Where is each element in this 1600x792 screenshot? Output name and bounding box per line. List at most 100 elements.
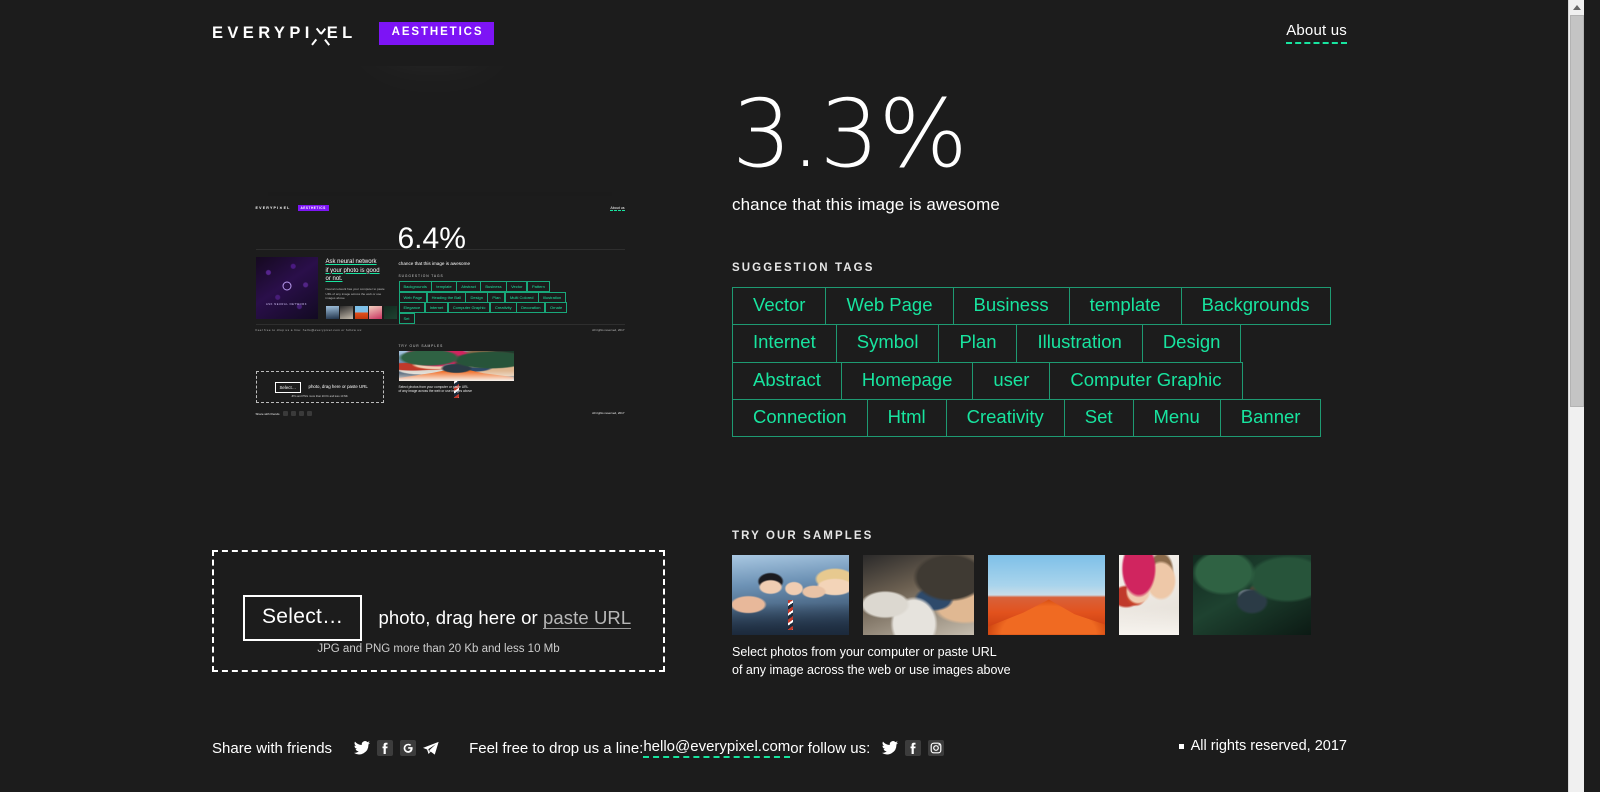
instagram-icon[interactable] [928,740,945,756]
mini-tag-list: Backgrounds template Abstract Business V… [398,281,569,324]
contact-email-link[interactable]: hello@everypixel.com [643,738,791,758]
suggestion-tag[interactable]: Connection [732,398,868,437]
suggestion-tag[interactable]: Vector [732,287,827,326]
contact-line: Feel free to drop us a line: hello@every… [469,738,870,758]
mini-tag: template [431,281,457,292]
mini-about-link: About us [610,206,625,211]
suggestion-tag[interactable]: Backgrounds [1180,287,1331,326]
mini-tag: Multi Colored [504,291,539,303]
suggestion-tag[interactable]: Business [952,287,1070,326]
try-our-samples-label: TRY OUR SAMPLES [732,529,874,542]
footer-left-group: Share with friends Feel free to drop us … [212,738,945,758]
select-file-button[interactable]: Select… [243,595,363,641]
suggestion-tag[interactable]: Set [1063,398,1134,437]
suggestion-tag[interactable]: Internet [732,324,837,363]
facebook-icon[interactable] [905,740,922,756]
suggestion-tag[interactable]: Homepage [840,361,974,400]
suggestion-tag[interactable]: Design [1141,324,1242,363]
result-column: 3.3% chance that this image is awesome S… [732,87,1352,679]
contact-prefix: Feel free to drop us a line: [469,739,644,757]
dropzone-row: Select… photo, drag here or paste URL [243,595,632,641]
telegram-icon[interactable] [423,740,439,756]
twitter-icon[interactable] [882,740,899,756]
scrollbar-thumb[interactable] [1570,15,1584,407]
sample-desk-laptop[interactable] [863,554,974,635]
google-plus-icon[interactable] [400,740,417,756]
preview-sharp-image: EVERYPI✕EL AESTHETICS About us ASK NEURA… [237,198,642,424]
mini-google-plus-icon [298,411,304,416]
mini-tag: Illustration [538,291,567,303]
mini-tag: Ornate [544,302,568,313]
mini-logo: EVERYPI✕EL [255,206,291,210]
brand-logo[interactable]: EVERYPI EL AESTHETICS [212,22,495,46]
upload-dropzone[interactable]: Select… photo, drag here or paste URL JP… [212,550,665,672]
suggestion-tag[interactable]: Banner [1219,398,1322,437]
mini-samples-label: TRY OUR SAMPLES [398,344,444,348]
suggestion-tag[interactable]: Plan [938,324,1018,363]
suggestion-tag[interactable]: Illustration [1016,324,1143,363]
mini-page: EVERYPI✕EL AESTHETICS About us ASK NEURA… [237,198,642,424]
mini-drop-hint: JPG and PNG more than 20 Kb and less 10 … [291,395,348,398]
mini-tag: Backgrounds [398,281,432,292]
mini-thumb [340,306,353,319]
site-header: EVERYPI EL AESTHETICS About us [0,0,1584,66]
mini-tag: Vector [506,281,528,292]
samples-note-line1: Select photos from your computer or past… [732,644,997,659]
samples-note: Select photos from your computer or past… [732,643,1352,679]
mini-tag: Set [398,312,415,324]
twitter-icon[interactable] [354,740,371,756]
sample-winter-couple[interactable] [1119,554,1179,635]
mini-select-button: Select… [274,382,302,393]
suggestion-tag[interactable]: Menu [1132,398,1221,437]
mini-tag: Design [465,291,488,303]
share-with-friends-label: Share with friends [212,739,333,757]
suggestion-tag[interactable]: user [972,361,1051,400]
mini-samples-note: Select photos from your computer or past… [398,385,473,394]
suggestion-tag[interactable]: Computer Graphic [1049,361,1243,400]
suggestion-tag[interactable]: Html [866,398,947,437]
logo-x-glyph-icon [311,27,330,46]
about-us-link[interactable]: About us [1286,22,1347,44]
mini-card-ring-icon [282,281,291,291]
copyright-text: All rights reserved, 2017 [1190,738,1347,754]
mini-tag: Business [480,281,507,292]
suggestion-tag[interactable]: Symbol [835,324,940,363]
vertical-scrollbar[interactable] [1568,0,1584,792]
mini-thumb [354,306,368,319]
aesthetics-badge: AESTHETICS [378,22,495,45]
suggestion-tag[interactable]: Creativity [945,398,1065,437]
mini-tag: Web Page [398,291,428,303]
mini-badge: AESTHETICS [297,205,329,212]
mini-dropzone: Select… photo, drag here or paste URL JP… [255,371,384,403]
dropzone-file-hint: JPG and PNG more than 20 Kb and less 10 … [317,643,560,655]
mini-tags-label: SUGGESTION TAGS [398,274,444,278]
mini-thumb-strip [325,306,397,319]
mini-tag: Plan [487,291,506,303]
dropzone-text-before: photo, drag here or [378,607,543,628]
suggestion-tag[interactable]: Abstract [732,361,842,400]
scroll-up-arrow-icon[interactable] [1569,0,1584,14]
mini-tag: Pattern [526,281,550,292]
mini-score: 6.4% [397,222,466,255]
mini-card-caption: ASK NEURAL NETWORK [265,302,308,306]
suggestion-tag[interactable]: Web Page [825,287,954,326]
mini-samples-row [398,351,514,381]
facebook-icon[interactable] [377,740,394,756]
suggestion-tags-label: SUGGESTION TAGS [732,262,875,275]
sample-business-team[interactable] [732,554,849,635]
mini-copyright: All rights reserved, 2017 [592,411,625,415]
mini-drop-text: photo, drag here or paste URL [308,384,368,389]
suggestion-tag[interactable]: template [1068,287,1182,326]
contact-suffix: or follow us: [790,739,871,757]
sample-forest-couple[interactable] [1193,554,1311,635]
sample-sand-dune[interactable] [988,554,1105,635]
mini-footer-right: All rights reserved, 2017 [592,328,625,332]
mini-tag: Decoration [516,302,546,313]
share-icons-group [354,740,439,756]
paste-url-link[interactable]: paste URL [542,607,632,629]
mini-thumb [325,306,339,319]
logo-text-pre: EVERYPI [212,23,314,42]
mini-footer-left: Feel free to drop us a line: hello@every… [255,328,363,332]
uploaded-image-preview[interactable]: EVERYPI✕EL AESTHETICS About us 6.4% chan… [212,66,667,532]
mini-tag: Elegance [398,302,426,313]
